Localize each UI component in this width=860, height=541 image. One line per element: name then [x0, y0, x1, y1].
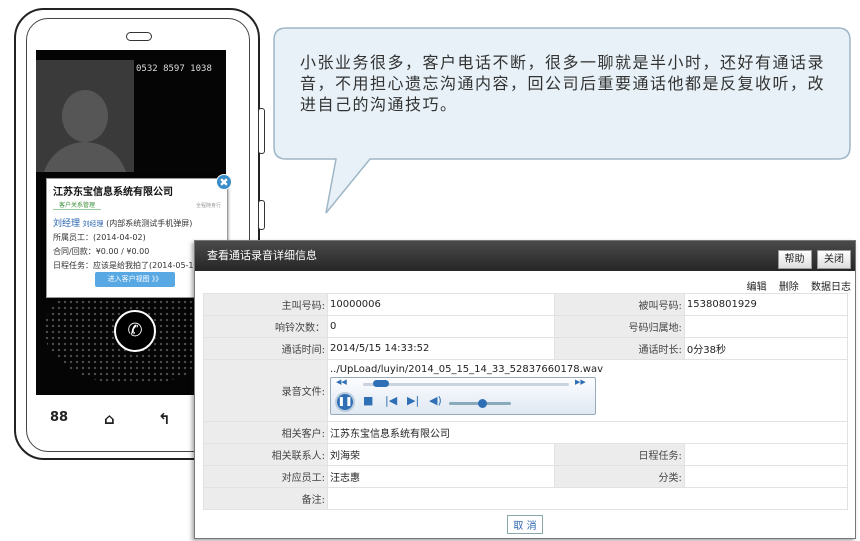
call-recording-dialog: 查看通话录音详细信息 帮助 关闭 编辑 删除 数据日志 主叫号码: 100000…	[194, 240, 856, 539]
caller-value: 10000006	[327, 293, 555, 316]
phone-side-button	[258, 200, 265, 230]
phone-side-button	[258, 108, 265, 154]
ring-value: 0	[327, 315, 555, 338]
customer-value: 江苏东宝信息系统有限公司	[327, 421, 848, 444]
pause-icon[interactable]: ❚❚	[335, 392, 355, 412]
table-row: 通话时间: 2014/5/15 14:33:52 通话时长: 0分38秒	[203, 337, 849, 360]
avatar-head	[62, 90, 108, 142]
table-row: 相关联系人: 刘海荣 日程任务:	[203, 443, 849, 466]
staff-value: 汪志惠	[327, 465, 555, 488]
contact-value: 刘海荣	[327, 443, 555, 466]
delete-link[interactable]: 删除	[779, 282, 799, 293]
schedule-label: 日程任务:	[553, 443, 685, 466]
callee-value: 15380801929	[683, 293, 849, 316]
location-label: 号码归属地:	[553, 315, 685, 338]
dialog-title-bar: 查看通话录音详细信息 帮助 关闭	[195, 241, 855, 271]
caller-avatar	[36, 60, 134, 172]
popup-contact-title: 刘经理	[82, 220, 104, 228]
category-value	[683, 465, 849, 488]
duration-label: 通话时长:	[553, 337, 685, 360]
dialog-footer: 取 消	[195, 515, 855, 534]
customer-label: 相关客户:	[203, 421, 328, 444]
back-icon[interactable]: ↰	[158, 410, 171, 428]
popup-company: 江苏东宝信息系统有限公司	[53, 187, 173, 198]
remark-value	[327, 487, 848, 510]
avatar-shoulders	[42, 142, 128, 172]
table-row: 响铃次数： 0 号码归属地:	[203, 315, 849, 338]
bubble-text: 小张业务很多，客户电话不断，很多一聊就是半小时，还好有通话录音，不用担心遗忘沟通…	[300, 53, 826, 114]
next-icon[interactable]: ▶|	[407, 395, 419, 407]
audio-player: ◀◀ ▶▶ ❚❚ ■ |◀ ▶| ◀)	[330, 377, 596, 415]
seek-thumb[interactable]	[372, 380, 389, 387]
detail-table: 主叫号码: 10000006 被叫号码: 15380801929 响铃次数： 0…	[203, 293, 849, 510]
recording-cell: ../UpLoad/luyin/2014_05_15_14_33_5283766…	[327, 359, 848, 422]
dialog-title: 查看通话录音详细信息	[207, 249, 317, 262]
popup-contact-note: (内部系统测试手机弹屏)	[106, 219, 193, 228]
previous-icon[interactable]: |◀	[385, 395, 397, 407]
category-label: 分类:	[553, 465, 685, 488]
help-button[interactable]: 帮助	[777, 250, 812, 269]
remark-label: 备注:	[203, 487, 328, 510]
table-row: 录音文件: ../UpLoad/luyin/2014_05_15_14_33_5…	[203, 359, 848, 422]
table-row: 相关客户: 江苏东宝信息系统有限公司	[203, 421, 848, 444]
incoming-number: 0532 8597 1038	[136, 64, 212, 74]
popup-contact: 刘经理 刘经理 (内部系统测试手机弹屏)	[53, 216, 221, 229]
rewind-icon[interactable]: ◀◀	[336, 378, 347, 386]
popup-tag: 客户关系管理	[53, 200, 102, 210]
callee-label: 被叫号码:	[553, 293, 685, 316]
stop-icon[interactable]: ■	[363, 395, 373, 407]
schedule-value	[683, 443, 849, 466]
table-row: 主叫号码: 10000006 被叫号码: 15380801929	[203, 293, 849, 316]
popup-contact-name: 刘经理	[53, 219, 81, 229]
volume-knob[interactable]	[478, 399, 488, 408]
menu-icon[interactable]: 88	[50, 410, 68, 425]
edit-link[interactable]: 编辑	[747, 282, 767, 293]
fast-forward-icon[interactable]: ▶▶	[575, 378, 586, 386]
contact-label: 相关联系人:	[203, 443, 328, 466]
staff-label: 对应员工:	[203, 465, 328, 488]
popup-close-icon[interactable]: ✖	[216, 174, 232, 190]
duration-value: 0分38秒	[683, 337, 849, 360]
phone-call-icon[interactable]: ✆	[114, 310, 156, 352]
home-icon[interactable]: ⌂	[104, 410, 115, 428]
recording-label: 录音文件:	[203, 359, 328, 422]
cancel-button[interactable]: 取 消	[507, 515, 543, 534]
table-row: 对应员工: 汪志惠 分类:	[203, 465, 849, 488]
close-button[interactable]: 关闭	[817, 250, 851, 269]
ring-label: 响铃次数：	[203, 315, 328, 338]
table-row: 备注:	[203, 487, 848, 510]
volume-icon[interactable]: ◀)	[429, 395, 442, 407]
time-label: 通话时间:	[203, 337, 328, 360]
customer-view-button[interactable]: 进入客户视图 》》	[95, 272, 175, 287]
seek-track[interactable]	[363, 383, 569, 386]
location-value	[683, 315, 849, 338]
popup-slogan: 全程随身行	[195, 203, 221, 209]
recording-path: ../UpLoad/luyin/2014_05_15_14_33_5283766…	[330, 364, 604, 375]
dialog-actions: 编辑 删除 数据日志	[738, 278, 851, 293]
time-value: 2014/5/15 14:33:52	[327, 337, 555, 360]
caller-label: 主叫号码:	[203, 293, 328, 316]
data-log-link[interactable]: 数据日志	[811, 282, 851, 293]
phone-speaker	[126, 32, 152, 41]
